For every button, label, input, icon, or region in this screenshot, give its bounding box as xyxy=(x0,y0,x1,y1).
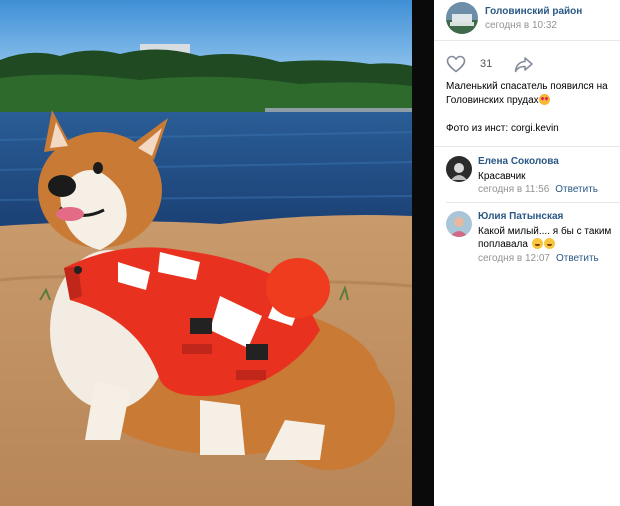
comment-avatar[interactable] xyxy=(446,156,472,182)
group-avatar[interactable] xyxy=(446,2,478,34)
comment-text: Какой милый.... я бы с таким поплавала xyxy=(478,225,618,251)
comment-author-link[interactable]: Юлия Патынская xyxy=(478,211,563,222)
post-text: Маленький спасатель появился на Головинс… xyxy=(446,80,618,136)
post-actions: 31 xyxy=(446,54,616,74)
share-arrow-icon[interactable] xyxy=(514,56,534,73)
post-photo[interactable] xyxy=(0,0,412,506)
like-count: 31 xyxy=(480,58,493,70)
reply-link[interactable]: Ответить xyxy=(555,184,598,195)
comment-avatar[interactable] xyxy=(446,211,472,237)
comment-item: Елена Соколова Красавчик сегодня в 11:56… xyxy=(446,156,618,202)
heart-eyes-emoji-icon xyxy=(538,94,550,105)
post-time[interactable]: сегодня в 10:32 xyxy=(485,20,557,31)
post-header: Головинский район сегодня в 10:32 xyxy=(446,2,620,38)
comment-time[interactable]: сегодня в 12:07 xyxy=(478,253,550,264)
post-source: Фото из инст: corgi.kevin xyxy=(446,123,559,134)
post-text-body: Маленький спасатель появился на Головинс… xyxy=(446,81,608,106)
comment-meta: сегодня в 12:07 Ответить xyxy=(478,253,599,264)
comment-time[interactable]: сегодня в 11:56 xyxy=(478,184,549,195)
comment-divider xyxy=(446,202,620,203)
comment-author-link[interactable]: Елена Соколова xyxy=(478,156,559,167)
reply-link[interactable]: Ответить xyxy=(556,253,599,264)
group-name-link[interactable]: Головинский район xyxy=(485,6,582,17)
comment-item: Юлия Патынская Какой милый.... я бы с та… xyxy=(446,211,618,271)
comment-meta: сегодня в 11:56 Ответить xyxy=(478,184,598,195)
post-info-panel: Головинский район сегодня в 10:32 31 Мал… xyxy=(434,0,620,506)
laughing-emoji-icon xyxy=(543,238,555,249)
heart-outline-icon[interactable] xyxy=(446,55,466,73)
comments-divider xyxy=(434,146,620,147)
viewer-divider xyxy=(412,0,434,506)
header-divider xyxy=(434,40,620,41)
comment-text: Красавчик xyxy=(478,171,526,182)
laughing-emoji-icon xyxy=(531,238,543,249)
